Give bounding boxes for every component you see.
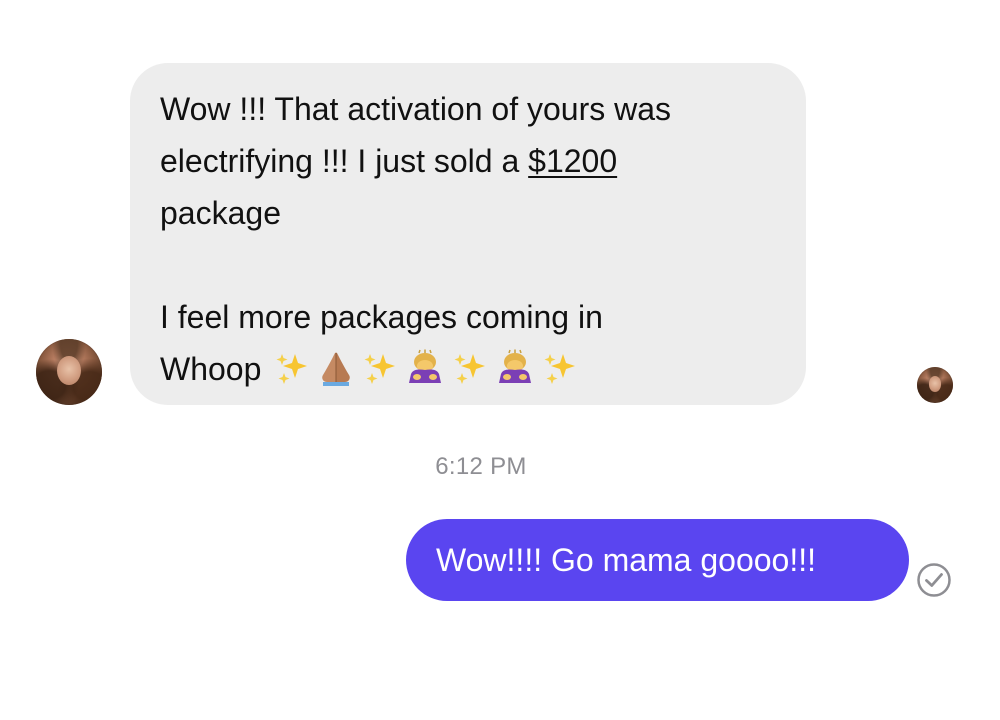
sparkles-icon — [364, 353, 396, 384]
message-line: Wow !!! That activation of yours was — [160, 91, 672, 127]
message-line: electrifying !!! I just sold a $1200 — [160, 135, 766, 187]
sparkles-icon — [544, 353, 576, 384]
outgoing-message-bubble[interactable]: Wow!!!! Go mama goooo!!! — [406, 519, 909, 601]
message-timestamp: 6:12 PM — [435, 453, 527, 480]
message-text: electrifying !!! I just sold a — [160, 143, 529, 179]
incoming-message-bubble[interactable]: Wow !!! That activation of yours was ele… — [130, 63, 806, 405]
bowing-woman-icon — [409, 349, 442, 383]
bowing-woman-icon — [499, 349, 532, 383]
message-thread: Wow !!! That activation of yours was ele… — [0, 0, 1000, 720]
avatar-face — [57, 356, 81, 386]
message-line: I feel more packages coming in — [160, 299, 603, 335]
price-amount: $1200 — [528, 143, 618, 179]
read-receipt-check-icon — [917, 563, 951, 597]
emoji-row — [275, 349, 577, 387]
sparkles-icon — [276, 353, 308, 384]
message-text: Whoop — [160, 351, 262, 387]
sender-avatar[interactable] — [36, 339, 102, 405]
sparkles-icon — [454, 353, 486, 384]
message-line: package — [160, 195, 281, 231]
folded-hands-icon — [322, 351, 351, 386]
outgoing-message-text: Wow!!!! Go mama goooo!!! — [436, 542, 817, 578]
seen-by-avatar — [917, 367, 953, 403]
message-line: Whoop — [160, 343, 766, 395]
